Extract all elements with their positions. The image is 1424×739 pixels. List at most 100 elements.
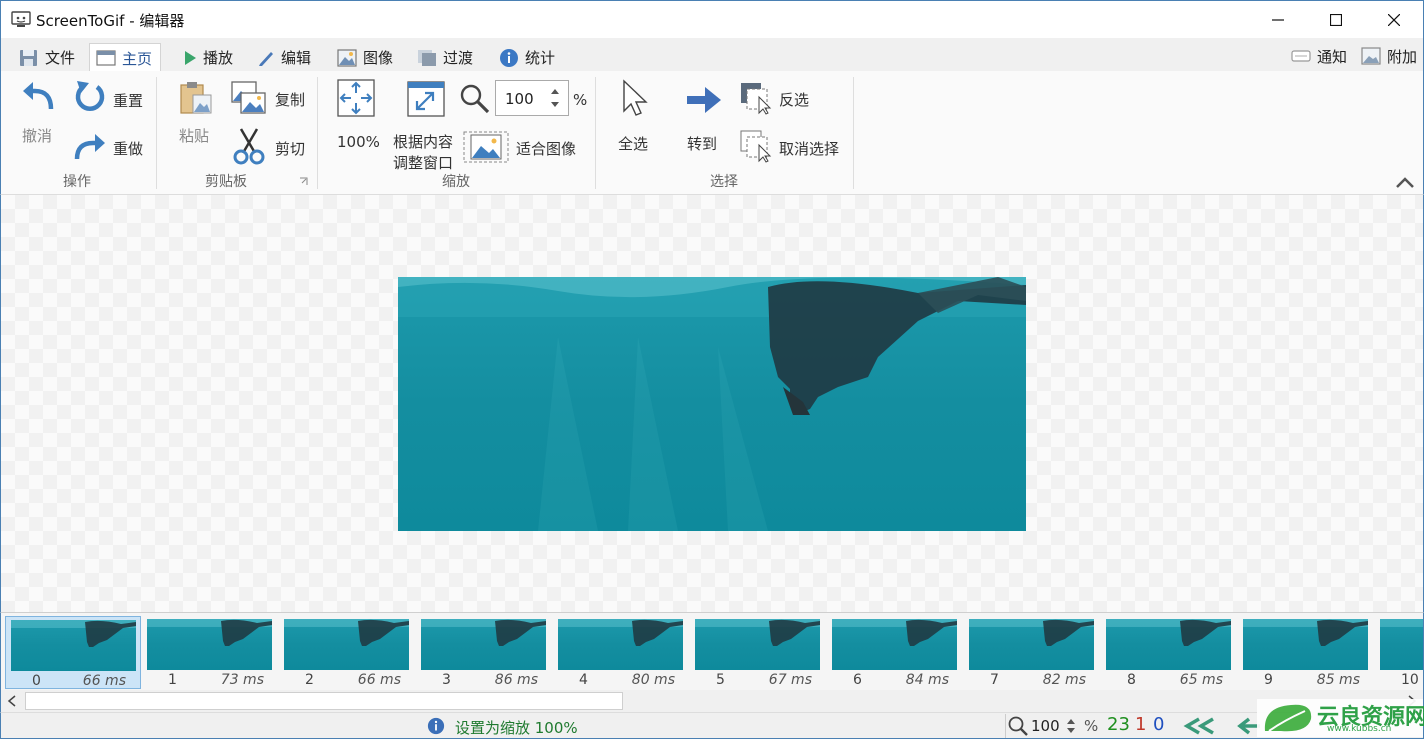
go-to-label: 转到 bbox=[687, 135, 718, 153]
tab-label: 主页 bbox=[122, 49, 153, 68]
tab-file[interactable]: 文件 bbox=[13, 44, 83, 71]
tab-statistics[interactable]: 统计 bbox=[493, 44, 563, 71]
scrollbar-thumb[interactable] bbox=[25, 692, 623, 710]
select-all-button[interactable]: 全选 bbox=[613, 77, 657, 153]
home-icon bbox=[96, 50, 116, 66]
reset-button[interactable]: 重置 bbox=[73, 79, 151, 117]
tab-transitions[interactable]: 过渡 bbox=[411, 44, 481, 71]
frame-thumbnail[interactable]: 4 80 ms bbox=[553, 616, 689, 689]
cut-button[interactable]: 剪切 bbox=[231, 127, 311, 167]
frame-timeline[interactable]: 0 66 ms 1 73 ms 2 66 ms 3 86 ms 4 80 ms 5 67 ms 6 84 … bbox=[0, 612, 1424, 690]
frame-thumbnail-image bbox=[284, 619, 409, 670]
status-zoom-spinner-icon[interactable] bbox=[1065, 716, 1077, 736]
frame-number: 9 bbox=[1264, 672, 1273, 688]
spinner-arrows-icon[interactable] bbox=[548, 85, 562, 111]
arrow-right-icon bbox=[687, 87, 721, 113]
go-to-button[interactable]: 转到 bbox=[683, 77, 727, 153]
frame-delay: 86 ms bbox=[494, 672, 538, 688]
extras-icon bbox=[1361, 47, 1381, 65]
frame-thumbnail[interactable]: 0 66 ms bbox=[5, 616, 141, 689]
transition-icon bbox=[418, 49, 436, 66]
invert-selection-button[interactable]: 反选 bbox=[739, 79, 829, 117]
select-all-label: 全选 bbox=[618, 135, 649, 153]
underwater-swimmer-photo bbox=[398, 277, 1026, 531]
ribbon-home: 撤消 重置 重做 操作 粘贴 复制 剪切 剪贴板 100% 根据内容 调整窗口 … bbox=[0, 71, 1424, 195]
frame-thumbnail-image bbox=[11, 620, 136, 671]
copy-label: 复制 bbox=[275, 91, 306, 109]
copy-button[interactable]: 复制 bbox=[231, 79, 311, 117]
paste-button[interactable]: 粘贴 bbox=[173, 77, 219, 149]
minimize-button[interactable] bbox=[1249, 1, 1307, 39]
paste-label: 粘贴 bbox=[179, 127, 210, 145]
copy-icon bbox=[231, 81, 266, 114]
group-label-clipboard: 剪贴板 bbox=[205, 174, 247, 190]
frame-thumbnail[interactable]: 9 85 ms bbox=[1238, 616, 1374, 689]
fit-image-button[interactable]: 适合图像 bbox=[463, 131, 585, 163]
paste-icon bbox=[180, 82, 212, 114]
frame-number: 6 bbox=[853, 672, 862, 688]
frame-thumbnail[interactable]: 8 65 ms bbox=[1101, 616, 1237, 689]
deselect-icon bbox=[740, 130, 772, 163]
scroll-left-icon[interactable] bbox=[7, 695, 17, 707]
close-button[interactable] bbox=[1365, 1, 1423, 39]
tab-label: 播放 bbox=[203, 49, 234, 67]
zoom-input[interactable]: 100 bbox=[495, 80, 569, 116]
frame-number: 5 bbox=[716, 672, 725, 688]
maximize-button[interactable] bbox=[1307, 1, 1365, 39]
undo-button[interactable]: 撤消 bbox=[17, 77, 61, 147]
frame-thumbnail[interactable]: 10 bbox=[1375, 616, 1423, 689]
deselect-button[interactable]: 取消选择 bbox=[739, 127, 849, 165]
frame-thumbnail[interactable]: 3 86 ms bbox=[416, 616, 552, 689]
tab-playback[interactable]: 播放 bbox=[177, 44, 241, 71]
frame-thumbnail[interactable]: 2 66 ms bbox=[279, 616, 415, 689]
frame-thumbnail-image bbox=[1243, 619, 1368, 670]
current-frame-index: 0 bbox=[1153, 714, 1165, 735]
image-icon bbox=[337, 48, 357, 67]
group-separator bbox=[156, 77, 157, 189]
reset-label: 重置 bbox=[113, 92, 144, 110]
status-message: 设置为缩放 100% bbox=[455, 719, 578, 737]
timeline-scrollbar[interactable] bbox=[0, 690, 1424, 712]
frame-thumbnail[interactable]: 6 84 ms bbox=[827, 616, 963, 689]
frame-count: 23 bbox=[1107, 714, 1130, 735]
status-bar: 设置为缩放 100% 100 % 23 1 0 云良资源网 www.kubbs.… bbox=[0, 699, 1424, 739]
group-label-actions: 操作 bbox=[63, 174, 91, 190]
window-title: ScreenToGif - 编辑器 bbox=[36, 12, 185, 30]
status-zoom-value[interactable]: 100 bbox=[1031, 717, 1060, 735]
redo-icon bbox=[74, 134, 105, 160]
info-icon bbox=[500, 48, 518, 67]
zoom-unit-label: % bbox=[573, 91, 588, 109]
frame-thumbnail-image bbox=[969, 619, 1094, 670]
notifications-button[interactable]: 通知 bbox=[1291, 44, 1347, 68]
zoom-100-button[interactable]: 100% bbox=[335, 77, 380, 151]
deselect-label: 取消选择 bbox=[779, 140, 840, 158]
extras-button[interactable]: 附加 bbox=[1361, 44, 1417, 68]
close-icon bbox=[1388, 14, 1400, 26]
frame-thumbnail[interactable]: 5 67 ms bbox=[690, 616, 826, 689]
zoom-magnifier-icon bbox=[1008, 716, 1028, 736]
selected-frame-count: 1 bbox=[1135, 714, 1147, 735]
tab-edit[interactable]: 编辑 bbox=[251, 44, 319, 71]
dialog-launcher-icon[interactable] bbox=[299, 177, 308, 186]
tab-home[interactable]: 主页 bbox=[89, 43, 162, 72]
fit-window-button[interactable]: 根据内容 调整窗口 bbox=[391, 77, 461, 172]
frame-thumbnail[interactable]: 7 82 ms bbox=[964, 616, 1100, 689]
frame-delay: 80 ms bbox=[631, 672, 675, 688]
collapse-ribbon-icon[interactable] bbox=[1395, 175, 1415, 189]
frame-delay: 65 ms bbox=[1179, 672, 1223, 688]
minimize-icon bbox=[1272, 19, 1284, 21]
redo-button[interactable]: 重做 bbox=[73, 129, 151, 165]
cut-label: 剪切 bbox=[275, 140, 306, 158]
tab-image[interactable]: 图像 bbox=[331, 44, 401, 71]
tab-label: 图像 bbox=[363, 49, 394, 67]
first-frame-icon[interactable] bbox=[1183, 717, 1217, 735]
zoom-magnifier-icon bbox=[460, 84, 490, 114]
frame-thumbnail[interactable]: 1 73 ms bbox=[142, 616, 278, 689]
zoom-100-label: 100% bbox=[337, 133, 380, 151]
group-separator bbox=[853, 77, 854, 189]
frame-number: 2 bbox=[305, 672, 314, 688]
frame-number: 0 bbox=[32, 673, 41, 689]
status-separator bbox=[1005, 714, 1006, 738]
watermark-leaf-logo bbox=[1264, 704, 1312, 732]
cursor-arrow-icon bbox=[623, 79, 648, 116]
